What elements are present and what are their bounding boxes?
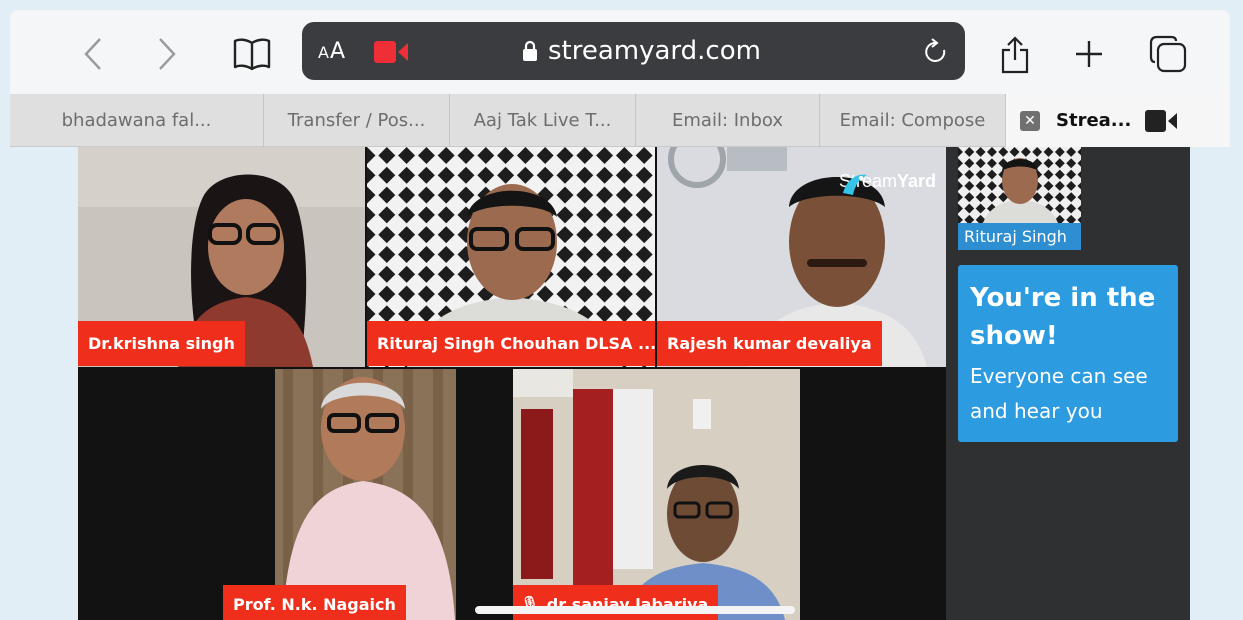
tab-aaj-tak[interactable]: Aaj Tak Live T... — [450, 94, 636, 147]
participant-name-label: Rajesh kumar devaliya — [657, 321, 882, 366]
url-text: streamyard.com — [548, 36, 761, 66]
tabs-overview-icon[interactable] — [1148, 35, 1188, 73]
tab-label: Email: Inbox — [672, 110, 783, 131]
participant-name-label: 🎙 dr sanjay labariya — [513, 585, 719, 620]
participant-name: Rajesh kumar devaliya — [667, 334, 872, 353]
tab-email-compose[interactable]: Email: Compose — [820, 94, 1006, 147]
streamyard-logo: StreamYard — [839, 171, 936, 195]
address-bar[interactable]: AA streamyard.com — [302, 22, 965, 80]
video-tile-krishna[interactable]: Dr.krishna singh — [78, 147, 365, 367]
self-video-feed — [958, 147, 1081, 223]
video-tile-labariya[interactable]: 🎙 dr sanjay labariya — [513, 369, 800, 620]
video-tile-rajesh[interactable]: StreamYard Rajesh kumar devaliya — [657, 147, 946, 367]
share-icon[interactable] — [998, 36, 1032, 74]
forward-arrow-icon[interactable] — [152, 36, 182, 72]
video-tile-nagaich[interactable]: Prof. N.k. Nagaich — [223, 369, 456, 620]
in-the-show-card: You're in the show! Everyone can see and… — [958, 265, 1178, 442]
tab-email-inbox[interactable]: Email: Inbox — [636, 94, 820, 147]
tab-label: Aaj Tak Live T... — [473, 110, 612, 131]
tab-streamyard[interactable]: ✕ Strea... — [1006, 94, 1230, 147]
url-field[interactable]: streamyard.com — [522, 36, 761, 66]
video-tile-rituraj[interactable]: Rituraj Singh Chouhan DLSA ... — [367, 147, 655, 367]
close-tab-icon[interactable]: ✕ — [1020, 110, 1040, 131]
bookmarks-book-icon[interactable] — [230, 36, 274, 72]
participant-name-label: Dr.krishna singh — [78, 321, 245, 366]
participant-name: Dr.krishna singh — [88, 334, 235, 353]
tab-camera-icon — [1145, 110, 1177, 136]
lock-icon — [523, 40, 537, 61]
reader-text-size-button[interactable]: AA — [318, 39, 346, 64]
participant-name: Prof. N.k. Nagaich — [233, 594, 396, 614]
stream-sidebar: Rituraj Singh You're in the show! Everyo… — [946, 147, 1190, 620]
browser-toolbar: AA streamyard.com — [10, 10, 1230, 94]
tab-bhadawana[interactable]: bhadawana fal... — [10, 94, 264, 147]
logo-suffix: Yard — [896, 171, 936, 191]
streamyard-bird-icon — [842, 174, 867, 195]
tab-label: Strea... — [1056, 110, 1132, 131]
tab-label: bhadawana fal... — [61, 110, 212, 131]
video-feed — [513, 369, 800, 620]
recording-camera-icon[interactable] — [374, 41, 408, 67]
reload-icon[interactable] — [923, 38, 949, 70]
self-preview[interactable] — [958, 147, 1081, 223]
tab-label: Transfer / Pos... — [287, 110, 426, 131]
home-indicator-bar — [475, 606, 795, 614]
video-feed — [275, 369, 456, 620]
tab-label: Email: Compose — [839, 110, 986, 131]
stream-stage: Dr.krishna singh Rituraj Singh Chouhan D… — [78, 147, 946, 620]
back-arrow-icon[interactable] — [78, 36, 108, 72]
show-card-title: You're in the show! — [970, 283, 1156, 351]
participant-name-label: Prof. N.k. Nagaich — [223, 585, 406, 620]
show-card-text: Everyone can see and hear you — [970, 364, 1148, 423]
new-tab-plus-icon[interactable] — [1072, 36, 1106, 72]
self-name-label: Rituraj Singh — [958, 223, 1081, 250]
tab-transfer[interactable]: Transfer / Pos... — [264, 94, 450, 147]
participant-name-label: Rituraj Singh Chouhan DLSA ... — [367, 321, 655, 366]
tab-bar: bhadawana fal... Transfer / Pos... Aaj T… — [10, 94, 1230, 147]
participant-name: Rituraj Singh Chouhan DLSA ... — [377, 334, 655, 353]
